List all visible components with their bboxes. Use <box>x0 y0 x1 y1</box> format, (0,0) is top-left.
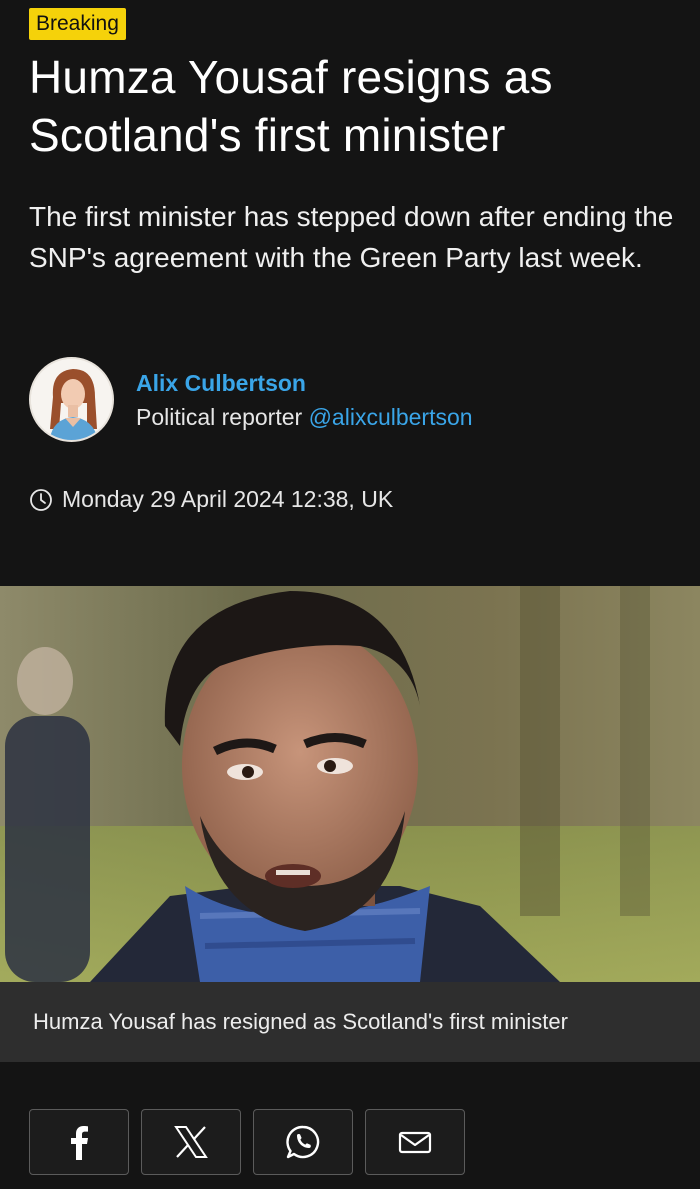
facebook-icon <box>71 1126 88 1160</box>
author-twitter-handle[interactable]: @alixculbertson <box>309 404 473 430</box>
timestamp-text: Monday 29 April 2024 12:38, UK <box>62 486 394 512</box>
article-standfirst: The first minister has stepped down afte… <box>29 201 674 273</box>
article-timestamp: Monday 29 April 2024 12:38, UK <box>29 486 393 513</box>
x-icon <box>174 1126 208 1158</box>
author-byline: Alix Culbertson Political reporter @alix… <box>29 357 473 442</box>
share-x-button[interactable] <box>141 1109 241 1175</box>
email-icon <box>398 1131 432 1154</box>
share-facebook-button[interactable] <box>29 1109 129 1175</box>
share-toolbar <box>29 1109 465 1175</box>
author-name-link[interactable]: Alix Culbertson <box>136 366 473 400</box>
article-hero-image[interactable] <box>0 586 700 982</box>
share-email-button[interactable] <box>365 1109 465 1175</box>
author-role: Political reporter <box>136 403 303 430</box>
author-avatar[interactable] <box>29 357 114 442</box>
author-role-line: Political reporter @alixculbertson <box>136 400 473 434</box>
breaking-badge: Breaking <box>29 8 126 40</box>
share-whatsapp-button[interactable] <box>253 1109 353 1175</box>
image-caption: Humza Yousaf has resigned as Scotland's … <box>0 982 700 1062</box>
whatsapp-icon <box>286 1125 320 1159</box>
clock-icon <box>30 488 52 511</box>
article-headline: Humza Yousaf resigns as Scotland's first… <box>29 51 553 161</box>
